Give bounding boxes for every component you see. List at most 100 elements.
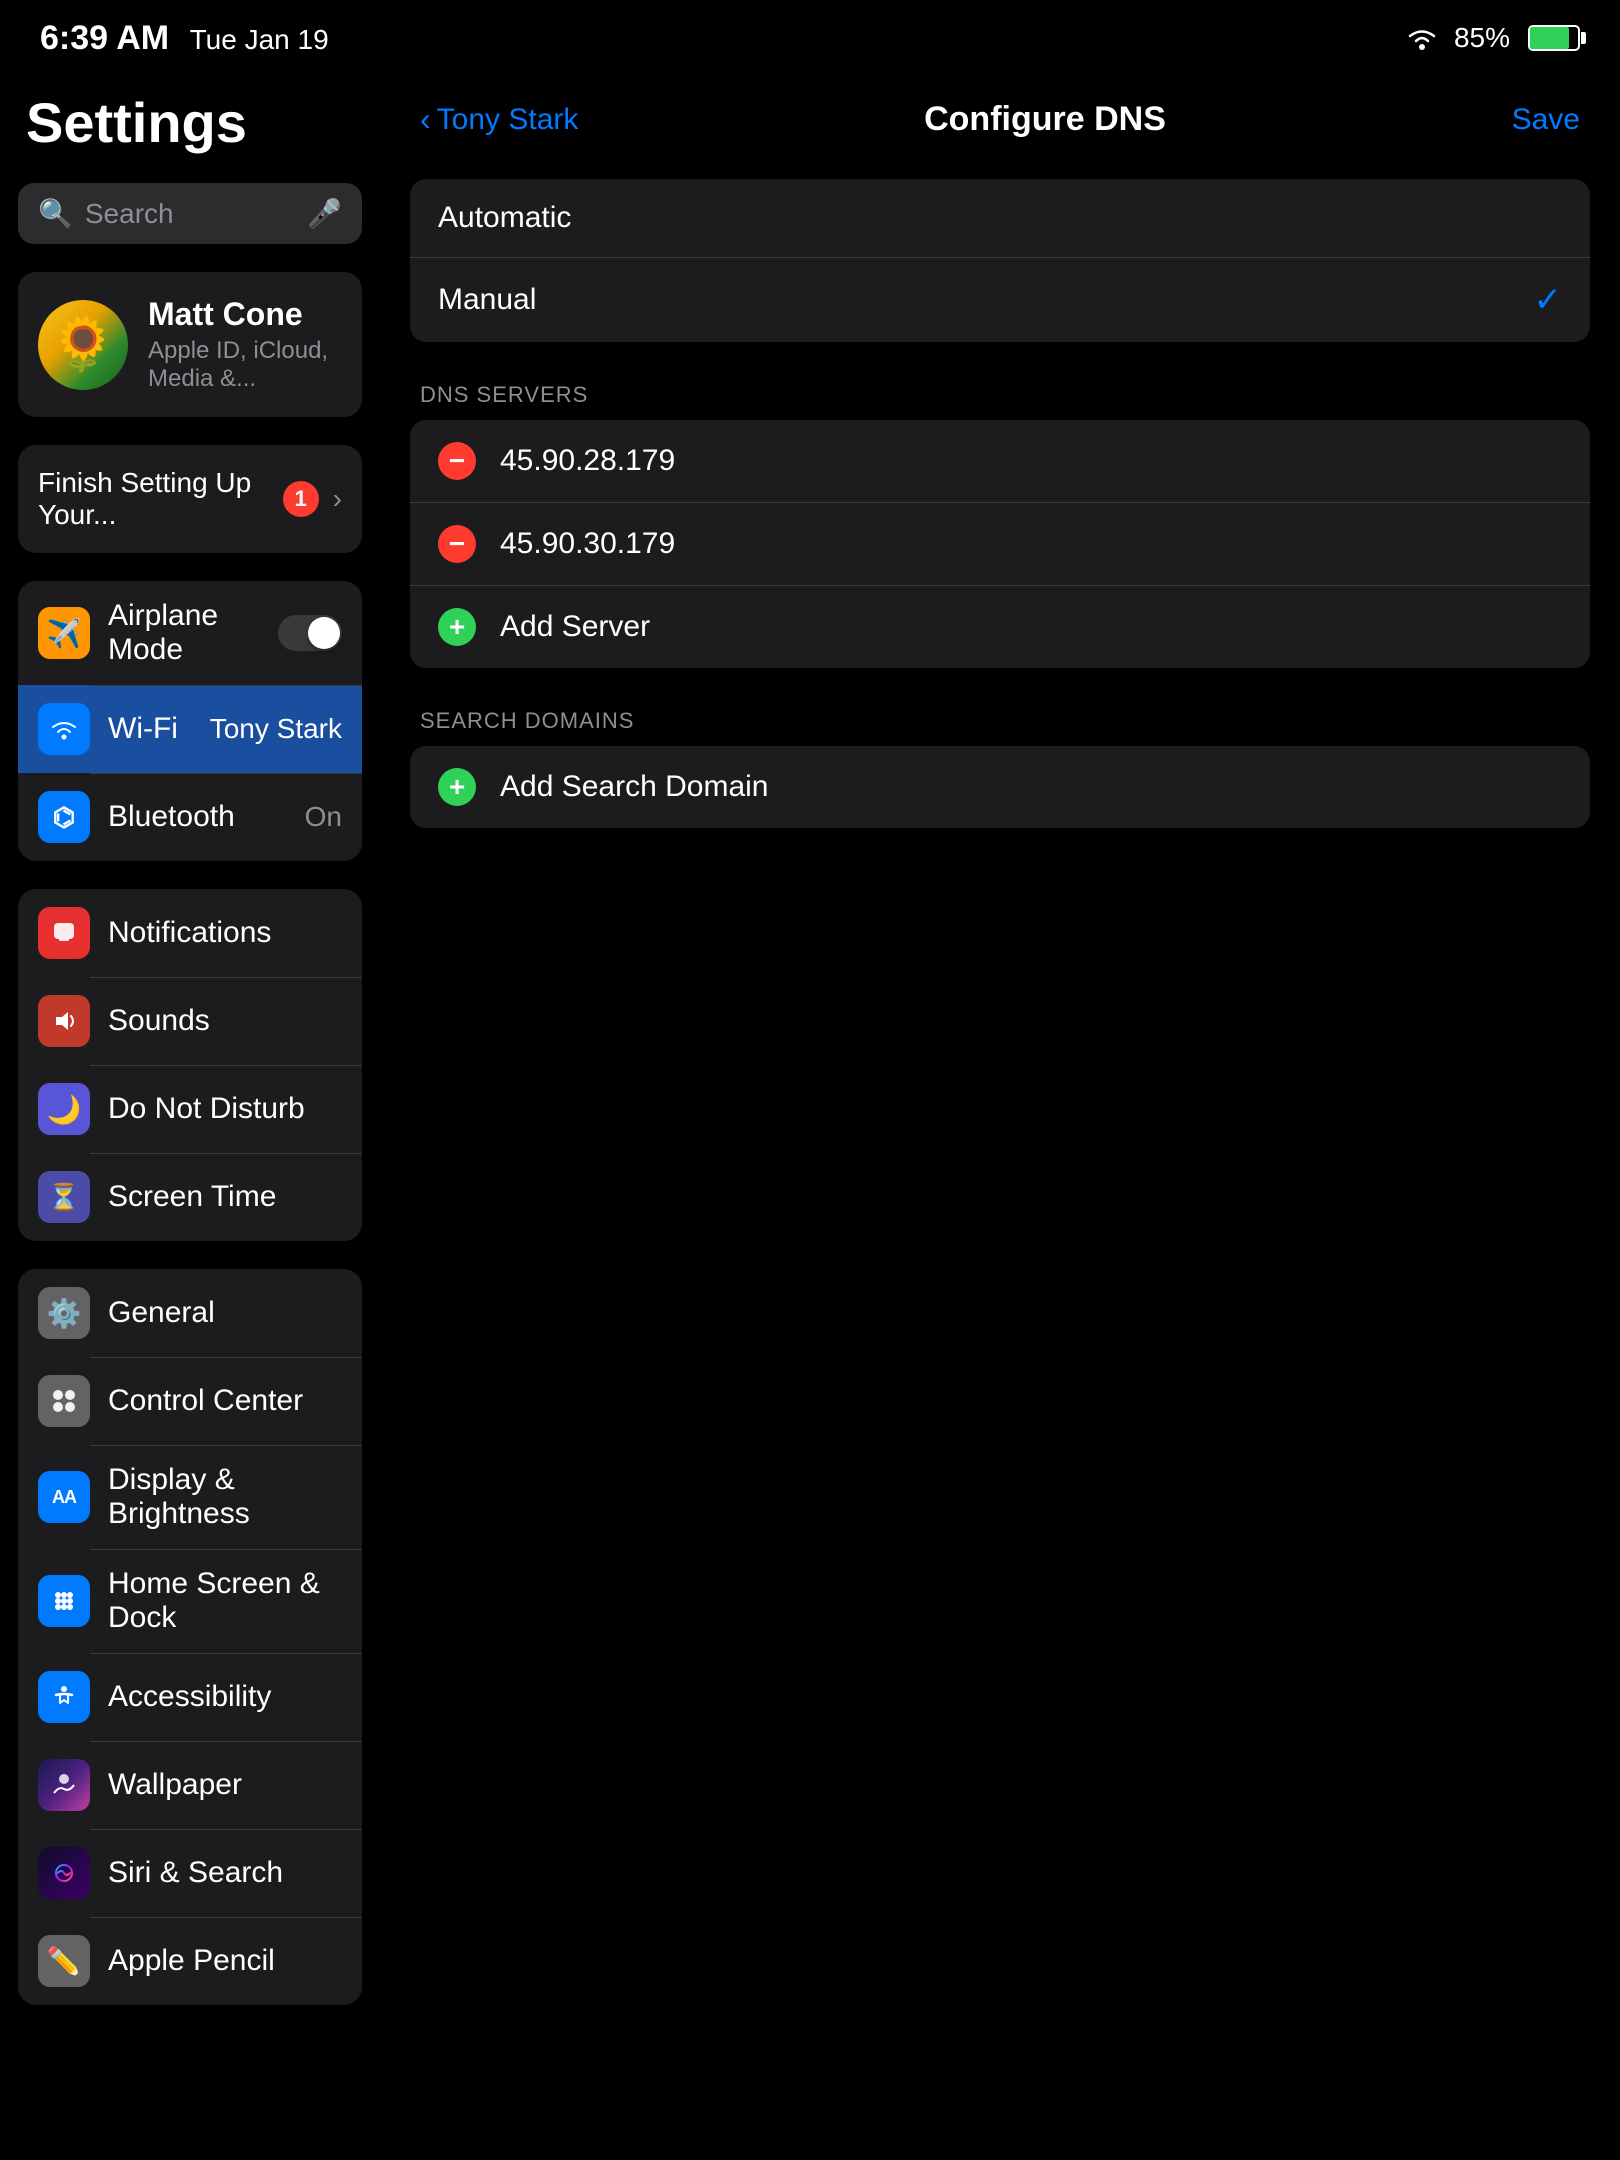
dns-server-2-address: 45.90.30.179 (500, 527, 675, 561)
finish-banner-text: Finish Setting Up Your... (38, 467, 269, 531)
dns-mode-automatic[interactable]: Automatic (410, 179, 1590, 257)
notifications-label: Notifications (108, 916, 342, 950)
back-button[interactable]: ‹ Tony Stark (420, 101, 578, 138)
sounds-speaker-icon (50, 1007, 78, 1035)
system-group-2: ⚙️ General Control Center AA Display & B… (18, 1269, 362, 2005)
sidebar-item-bluetooth[interactable]: ⌬ Bluetooth On (18, 773, 362, 861)
sounds-icon (38, 995, 90, 1047)
dns-mode-section: Automatic Manual ✓ (410, 179, 1590, 342)
automatic-label: Automatic (438, 201, 571, 235)
profile-card[interactable]: 🌻 Matt Cone Apple ID, iCloud, Media &... (18, 272, 362, 417)
apple-pencil-icon: ✏️ (38, 1935, 90, 1987)
general-label: General (108, 1296, 342, 1330)
sidebar-item-airplane-mode[interactable]: ✈️ Airplane Mode (18, 581, 362, 685)
wallpaper-icon (38, 1759, 90, 1811)
sounds-label: Sounds (108, 1004, 342, 1038)
general-icon: ⚙️ (38, 1287, 90, 1339)
system-group-1: Notifications Sounds 🌙 Do Not Disturb ⏳ … (18, 889, 362, 1241)
add-search-domain-label: Add Search Domain (500, 770, 768, 804)
avatar: 🌻 (38, 300, 128, 390)
status-date: Tue Jan 19 (190, 24, 329, 55)
sidebar-item-wallpaper[interactable]: Wallpaper (18, 1741, 362, 1829)
profile-name: Matt Cone (148, 296, 342, 333)
sidebar-item-do-not-disturb[interactable]: 🌙 Do Not Disturb (18, 1065, 362, 1153)
search-domains-section: + Add Search Domain (410, 746, 1590, 828)
manual-label: Manual (438, 283, 536, 317)
dns-servers-section: − 45.90.28.179 − 45.90.30.179 + Add Serv… (410, 420, 1590, 668)
add-search-domain-button[interactable]: + (438, 768, 476, 806)
wifi-status-icon (1404, 24, 1440, 52)
remove-server-1-button[interactable]: − (438, 442, 476, 480)
status-icons: 85% (1404, 22, 1580, 54)
status-time: 6:39 AM (40, 19, 169, 57)
bluetooth-icon: ⌬ (38, 791, 90, 843)
dns-servers-section-label: DNS SERVERS (410, 382, 1590, 408)
screen-time-icon: ⏳ (38, 1171, 90, 1223)
finish-banner-badge: 1 (283, 481, 319, 517)
back-label: Tony Stark (437, 103, 579, 137)
sidebar-item-wifi[interactable]: Wi-Fi Tony Stark (18, 685, 362, 773)
dns-server-2[interactable]: − 45.90.30.179 (410, 502, 1590, 585)
display-brightness-label: Display & Brightness (108, 1463, 342, 1531)
search-input[interactable]: Search (85, 198, 295, 230)
notification-bell-icon (50, 919, 78, 947)
add-server-row[interactable]: + Add Server (410, 585, 1590, 668)
sidebar-item-display-brightness[interactable]: AA Display & Brightness (18, 1445, 362, 1549)
accessibility-label: Accessibility (108, 1680, 342, 1714)
profile-info: Matt Cone Apple ID, iCloud, Media &... (148, 296, 342, 393)
sidebar-item-sounds[interactable]: Sounds (18, 977, 362, 1065)
airplane-mode-label: Airplane Mode (108, 599, 260, 667)
accessibility-symbol (50, 1683, 78, 1711)
microphone-icon[interactable]: 🎤 (307, 197, 342, 230)
siri-symbol (50, 1859, 78, 1887)
control-center-icon (38, 1375, 90, 1427)
save-button[interactable]: Save (1512, 103, 1580, 137)
status-time-date: 6:39 AM Tue Jan 19 (40, 19, 329, 58)
search-bar[interactable]: 🔍 Search 🎤 (18, 183, 362, 244)
wallpaper-symbol (50, 1771, 78, 1799)
wifi-icon (38, 703, 90, 755)
display-brightness-icon: AA (38, 1471, 90, 1523)
add-server-label: Add Server (500, 610, 650, 644)
apple-pencil-label: Apple Pencil (108, 1944, 342, 1978)
do-not-disturb-label: Do Not Disturb (108, 1092, 342, 1126)
sidebar-item-notifications[interactable]: Notifications (18, 889, 362, 977)
navigation-bar: ‹ Tony Stark Configure DNS Save (410, 70, 1590, 159)
do-not-disturb-icon: 🌙 (38, 1083, 90, 1135)
add-server-button[interactable]: + (438, 608, 476, 646)
airplane-mode-toggle[interactable] (278, 615, 342, 651)
remove-server-2-button[interactable]: − (438, 525, 476, 563)
wallpaper-label: Wallpaper (108, 1768, 342, 1802)
wifi-label: Wi-Fi (108, 712, 192, 746)
add-search-domain-row[interactable]: + Add Search Domain (410, 746, 1590, 828)
wifi-value: Tony Stark (210, 713, 342, 745)
sidebar-item-general[interactable]: ⚙️ General (18, 1269, 362, 1357)
sidebar-item-control-center[interactable]: Control Center (18, 1357, 362, 1445)
wifi-symbol (50, 718, 78, 740)
status-bar: 6:39 AM Tue Jan 19 85% (0, 0, 1620, 70)
airplane-mode-icon: ✈️ (38, 607, 90, 659)
sidebar-item-home-screen-dock[interactable]: Home Screen & Dock (18, 1549, 362, 1653)
chevron-right-icon: › (333, 483, 342, 515)
control-center-symbol (50, 1387, 78, 1415)
back-chevron-icon: ‹ (420, 101, 431, 138)
battery-percent: 85% (1454, 22, 1510, 54)
home-screen-icon (38, 1575, 90, 1627)
home-screen-symbol (50, 1587, 78, 1615)
search-icon: 🔍 (38, 197, 73, 230)
settings-title: Settings (18, 90, 362, 155)
sidebar-item-siri-search[interactable]: Siri & Search (18, 1829, 362, 1917)
page-title: Configure DNS (924, 100, 1166, 139)
dns-mode-manual[interactable]: Manual ✓ (410, 257, 1590, 342)
sidebar-item-screen-time[interactable]: ⏳ Screen Time (18, 1153, 362, 1241)
bluetooth-value: On (305, 801, 342, 833)
search-domains-section-label: SEARCH DOMAINS (410, 708, 1590, 734)
configure-dns-panel: ‹ Tony Stark Configure DNS Save Automati… (380, 70, 1620, 2160)
sidebar-item-accessibility[interactable]: Accessibility (18, 1653, 362, 1741)
bluetooth-label: Bluetooth (108, 800, 287, 834)
sidebar-item-apple-pencil[interactable]: ✏️ Apple Pencil (18, 1917, 362, 2005)
finish-setup-banner[interactable]: Finish Setting Up Your... 1 › (18, 445, 362, 553)
notifications-icon (38, 907, 90, 959)
dns-server-1[interactable]: − 45.90.28.179 (410, 420, 1590, 502)
avatar-emoji: 🌻 (51, 314, 116, 375)
